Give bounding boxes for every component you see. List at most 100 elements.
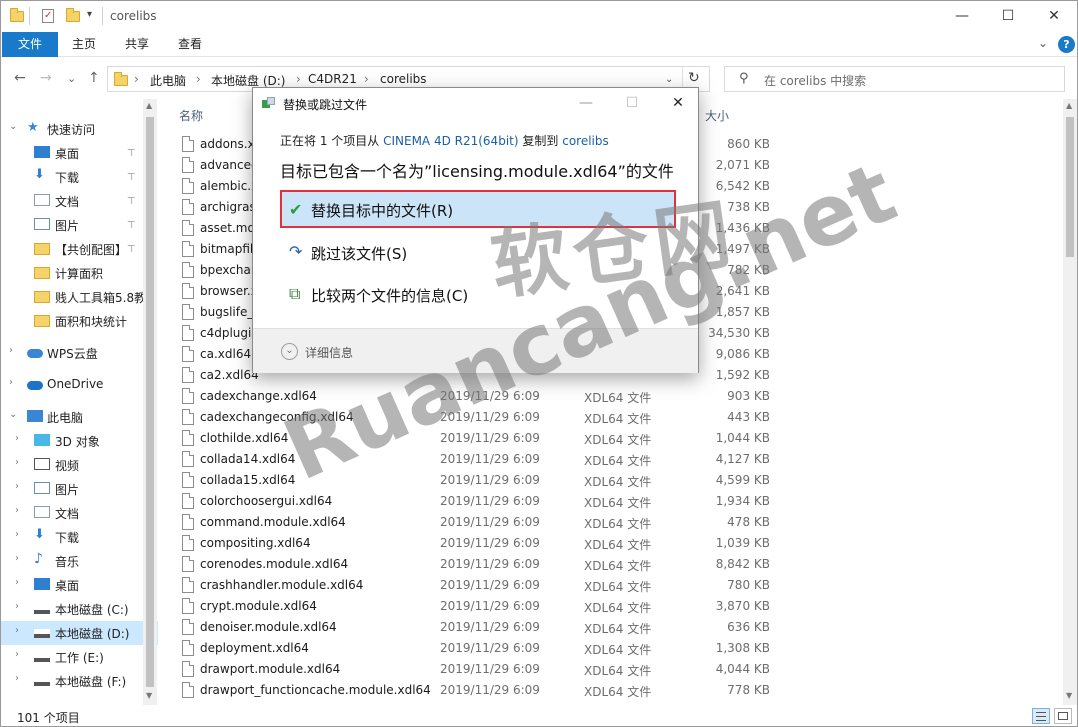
chevron-right-icon[interactable]: ›: [15, 553, 19, 564]
file-row[interactable]: crypt.module.xdl64 2019/11/29 6:09 XDL64 文…: [177, 596, 1063, 617]
sidebar-item[interactable]: › 本地磁盘 (C:): [1, 597, 158, 621]
address-dropdown-icon[interactable]: ⌄: [665, 74, 673, 85]
chevron-right-icon[interactable]: ›: [15, 673, 19, 684]
chevron-right-icon[interactable]: ›: [15, 625, 19, 636]
sidebar-item[interactable]: › 本地磁盘 (F:): [1, 669, 158, 693]
sidebar-item[interactable]: › 文档: [1, 501, 158, 525]
maximize-button[interactable]: ☐: [985, 1, 1031, 32]
search-box[interactable]: ⚲ 在 corelibs 中搜索: [724, 66, 1065, 92]
sidebar-item[interactable]: ⌄ 此电脑: [1, 405, 158, 429]
sidebar-item[interactable]: 贱人工具箱5.8教: [1, 285, 158, 309]
sidebar-item[interactable]: › 本地磁盘 (D:): [1, 621, 158, 645]
scroll-down-icon[interactable]: ▼: [1066, 691, 1072, 700]
chevron-right-icon[interactable]: ›: [15, 601, 19, 612]
chevron-right-icon[interactable]: ›: [15, 649, 19, 660]
pin-icon[interactable]: ⊥: [127, 218, 136, 229]
file-row[interactable]: clothilde.xdl64 2019/11/29 6:09 XDL64 文件 1,…: [177, 428, 1063, 449]
chevron-right-icon[interactable]: ›: [15, 577, 19, 588]
pin-icon[interactable]: ⊥: [127, 194, 136, 205]
sidebar-item[interactable]: › ⬇ 下载: [1, 525, 158, 549]
sidebar-item[interactable]: › 工作 (E:): [1, 645, 158, 669]
sidebar-item[interactable]: 【共创配图】 ⊥: [1, 237, 158, 261]
file-row[interactable]: corenodes.module.xdl64 2019/11/29 6:09 XDL…: [177, 554, 1063, 575]
file-row[interactable]: compositing.xdl64 2019/11/29 6:09 XDL64 文件…: [177, 533, 1063, 554]
chevron-right-icon[interactable]: ›: [15, 481, 19, 492]
compare-files-option[interactable]: ⧉ 比较两个文件的信息(C): [280, 275, 676, 313]
chevron-right-icon[interactable]: ›: [9, 345, 13, 356]
scroll-up-icon[interactable]: ▲: [1066, 101, 1072, 110]
breadcrumb-this-pc[interactable]: 此电脑: [150, 72, 186, 89]
search-input[interactable]: 在 corelibs 中搜索: [764, 72, 866, 89]
breadcrumb-c4dr21[interactable]: C4DR21: [308, 72, 357, 86]
sidebar-item[interactable]: 计算面积: [1, 261, 158, 285]
pin-icon[interactable]: ⊥: [127, 146, 136, 157]
pin-icon[interactable]: ⊥: [127, 242, 136, 253]
file-row[interactable]: colorchoosergui.xdl64 2019/11/29 6:09 XDL6…: [177, 491, 1063, 512]
breadcrumb-corelibs[interactable]: corelibs: [380, 72, 427, 86]
sidebar-item[interactable]: 桌面 ⊥: [1, 141, 158, 165]
file-row[interactable]: deployment.xdl64 2019/11/29 6:09 XDL64 文件 1…: [177, 638, 1063, 659]
sidebar-scrollbar[interactable]: ▲ ▼: [143, 99, 157, 705]
file-row[interactable]: crashhandler.module.xdl64 2019/11/29 6:09…: [177, 575, 1063, 596]
sidebar-item[interactable]: › WPS云盘: [1, 341, 158, 365]
sidebar-item[interactable]: › 桌面: [1, 573, 158, 597]
chevron-right-icon[interactable]: ›: [15, 529, 19, 540]
chevron-right-icon[interactable]: ›: [9, 377, 13, 388]
refresh-button[interactable]: ↻: [688, 70, 700, 86]
minimize-button[interactable]: —: [939, 1, 985, 32]
sidebar-item[interactable]: 文档 ⊥: [1, 189, 158, 213]
properties-icon[interactable]: ✓: [40, 8, 56, 24]
chevron-right-icon[interactable]: ›: [15, 457, 19, 468]
destination-link[interactable]: corelibs: [562, 134, 609, 148]
sidebar-item[interactable]: › OneDrive: [1, 373, 158, 397]
chevron-down-icon[interactable]: ⌄: [9, 409, 17, 420]
scroll-down-icon[interactable]: ▼: [146, 691, 152, 700]
tab-file[interactable]: 文件: [2, 32, 58, 57]
dialog-minimize-button[interactable]: —: [563, 88, 609, 118]
file-list-scroll-thumb[interactable]: [1066, 117, 1074, 257]
close-button[interactable]: ✕: [1031, 1, 1077, 32]
scroll-up-icon[interactable]: ▲: [146, 101, 152, 110]
pin-icon[interactable]: ⊥: [127, 170, 136, 181]
chevron-right-icon[interactable]: ›: [15, 505, 19, 516]
file-row[interactable]: collada14.xdl64 2019/11/29 6:09 XDL64 文件 4,…: [177, 449, 1063, 470]
chevron-right-icon[interactable]: ›: [15, 433, 19, 444]
back-button[interactable]: ←: [14, 70, 26, 86]
file-row[interactable]: drawport_functioncache.module.xdl64 2019/…: [177, 680, 1063, 701]
column-header-name[interactable]: 名称: [179, 107, 203, 124]
tab-share[interactable]: 共享: [114, 32, 160, 57]
column-header-size[interactable]: 大小: [705, 107, 729, 124]
file-row[interactable]: command.module.xdl64 2019/11/29 6:09 XDL64…: [177, 512, 1063, 533]
forward-button[interactable]: →: [40, 70, 52, 86]
sidebar-scroll-thumb[interactable]: [146, 117, 154, 687]
file-row[interactable]: collada15.xdl64 2019/11/29 6:09 XDL64 文件 4,…: [177, 470, 1063, 491]
sidebar-item[interactable]: › 图片: [1, 477, 158, 501]
sidebar-item[interactable]: ⌄ ★ 快速访问: [1, 117, 158, 141]
help-icon[interactable]: ?: [1058, 36, 1075, 53]
file-list-scrollbar[interactable]: ▲ ▼: [1063, 99, 1077, 705]
new-folder-icon[interactable]: [66, 8, 80, 22]
sidebar-item[interactable]: 面积和块统计: [1, 309, 158, 333]
tab-home[interactable]: 主页: [61, 32, 107, 57]
customize-quick-access-icon[interactable]: ▾: [87, 9, 92, 20]
sidebar-item[interactable]: 图片 ⊥: [1, 213, 158, 237]
up-button[interactable]: ↑: [88, 70, 100, 86]
chevron-down-icon[interactable]: ⌄: [9, 121, 17, 132]
large-icons-view-icon[interactable]: [1054, 708, 1072, 724]
dialog-maximize-button[interactable]: ☐: [609, 88, 655, 118]
file-row[interactable]: denoiser.module.xdl64 2019/11/29 6:09 XDL6…: [177, 617, 1063, 638]
replace-file-option[interactable]: ✔ 替换目标中的文件(R): [280, 190, 676, 228]
file-row[interactable]: cadexchange.xdl64 2019/11/29 6:09 XDL64 文件…: [177, 386, 1063, 407]
sidebar-item[interactable]: › 视频: [1, 453, 158, 477]
details-view-icon[interactable]: [1032, 708, 1050, 724]
tab-view[interactable]: 查看: [167, 32, 213, 57]
sidebar-item[interactable]: ⬇ 下载 ⊥: [1, 165, 158, 189]
source-link[interactable]: CINEMA 4D R21(64bit): [383, 134, 518, 148]
skip-file-option[interactable]: ↷ 跳过该文件(S): [280, 233, 676, 271]
sidebar-item[interactable]: › ♪ 音乐: [1, 549, 158, 573]
file-row[interactable]: cadexchangeconfig.xdl64 2019/11/29 6:09 XD…: [177, 407, 1063, 428]
dialog-close-button[interactable]: ✕: [655, 88, 701, 118]
file-row[interactable]: drawport.module.xdl64 2019/11/29 6:09 XDL6…: [177, 659, 1063, 680]
recent-locations-button[interactable]: ⌄: [67, 72, 76, 85]
ribbon-expand-icon[interactable]: ⌄: [1038, 36, 1048, 50]
